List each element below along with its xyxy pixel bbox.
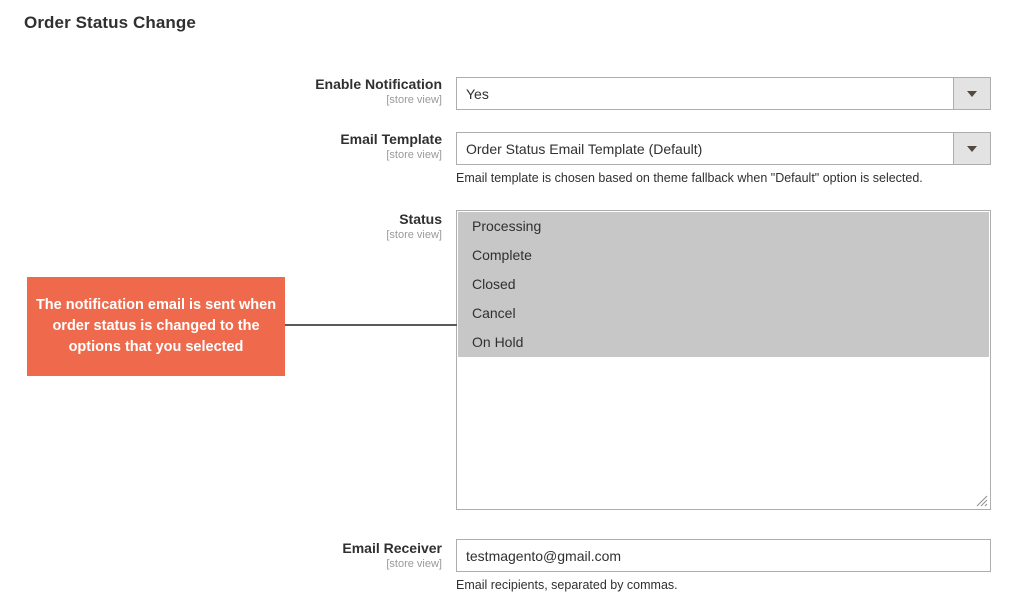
email-template-note: Email template is chosen based on theme … [456, 171, 923, 185]
scope-text-email-template: [store view] [386, 149, 442, 162]
status-multiselect[interactable]: Processing Complete Closed Cancel On Hol… [456, 210, 991, 510]
scope-text-enable-notification: [store view] [386, 94, 442, 107]
email-template-select[interactable]: Order Status Email Template (Default) [456, 132, 991, 165]
scope-text-email-receiver: [store view] [386, 558, 442, 571]
annotation-callout: The notification email is sent when orde… [27, 277, 285, 376]
field-control-enable-notification: Yes [456, 77, 991, 110]
email-receiver-input[interactable] [456, 539, 991, 572]
status-option-processing[interactable]: Processing [458, 212, 989, 241]
enable-notification-dropdown-button[interactable] [953, 78, 990, 109]
label-text-status: Status [399, 211, 442, 227]
field-label-enable-notification: Enable Notification [store view] [180, 76, 442, 107]
field-control-status: Processing Complete Closed Cancel On Hol… [456, 210, 991, 510]
status-option-complete[interactable]: Complete [458, 241, 989, 270]
label-text-enable-notification: Enable Notification [315, 76, 442, 92]
annotation-connector-line [285, 324, 457, 326]
field-label-email-receiver: Email Receiver [store view] [180, 540, 442, 571]
status-option-on-hold[interactable]: On Hold [458, 328, 989, 357]
field-label-status: Status [store view] [180, 211, 442, 242]
status-option-closed[interactable]: Closed [458, 270, 989, 299]
chevron-down-icon [967, 90, 977, 97]
enable-notification-select[interactable]: Yes [456, 77, 991, 110]
status-option-cancel[interactable]: Cancel [458, 299, 989, 328]
scope-text-status: [store view] [386, 229, 442, 242]
enable-notification-selected-value: Yes [466, 85, 489, 102]
field-control-email-receiver: Email recipients, separated by commas. [456, 539, 991, 592]
email-template-selected-value: Order Status Email Template (Default) [466, 140, 703, 157]
email-receiver-note: Email recipients, separated by commas. [456, 578, 678, 592]
chevron-down-icon [967, 145, 977, 152]
field-label-email-template: Email Template [store view] [180, 131, 442, 162]
label-text-email-template: Email Template [340, 131, 442, 147]
email-template-dropdown-button[interactable] [953, 133, 990, 164]
page-title: Order Status Change [24, 13, 196, 32]
resize-handle-icon[interactable] [976, 495, 988, 507]
field-control-email-template: Order Status Email Template (Default) Em… [456, 132, 991, 185]
label-text-email-receiver: Email Receiver [342, 540, 442, 556]
